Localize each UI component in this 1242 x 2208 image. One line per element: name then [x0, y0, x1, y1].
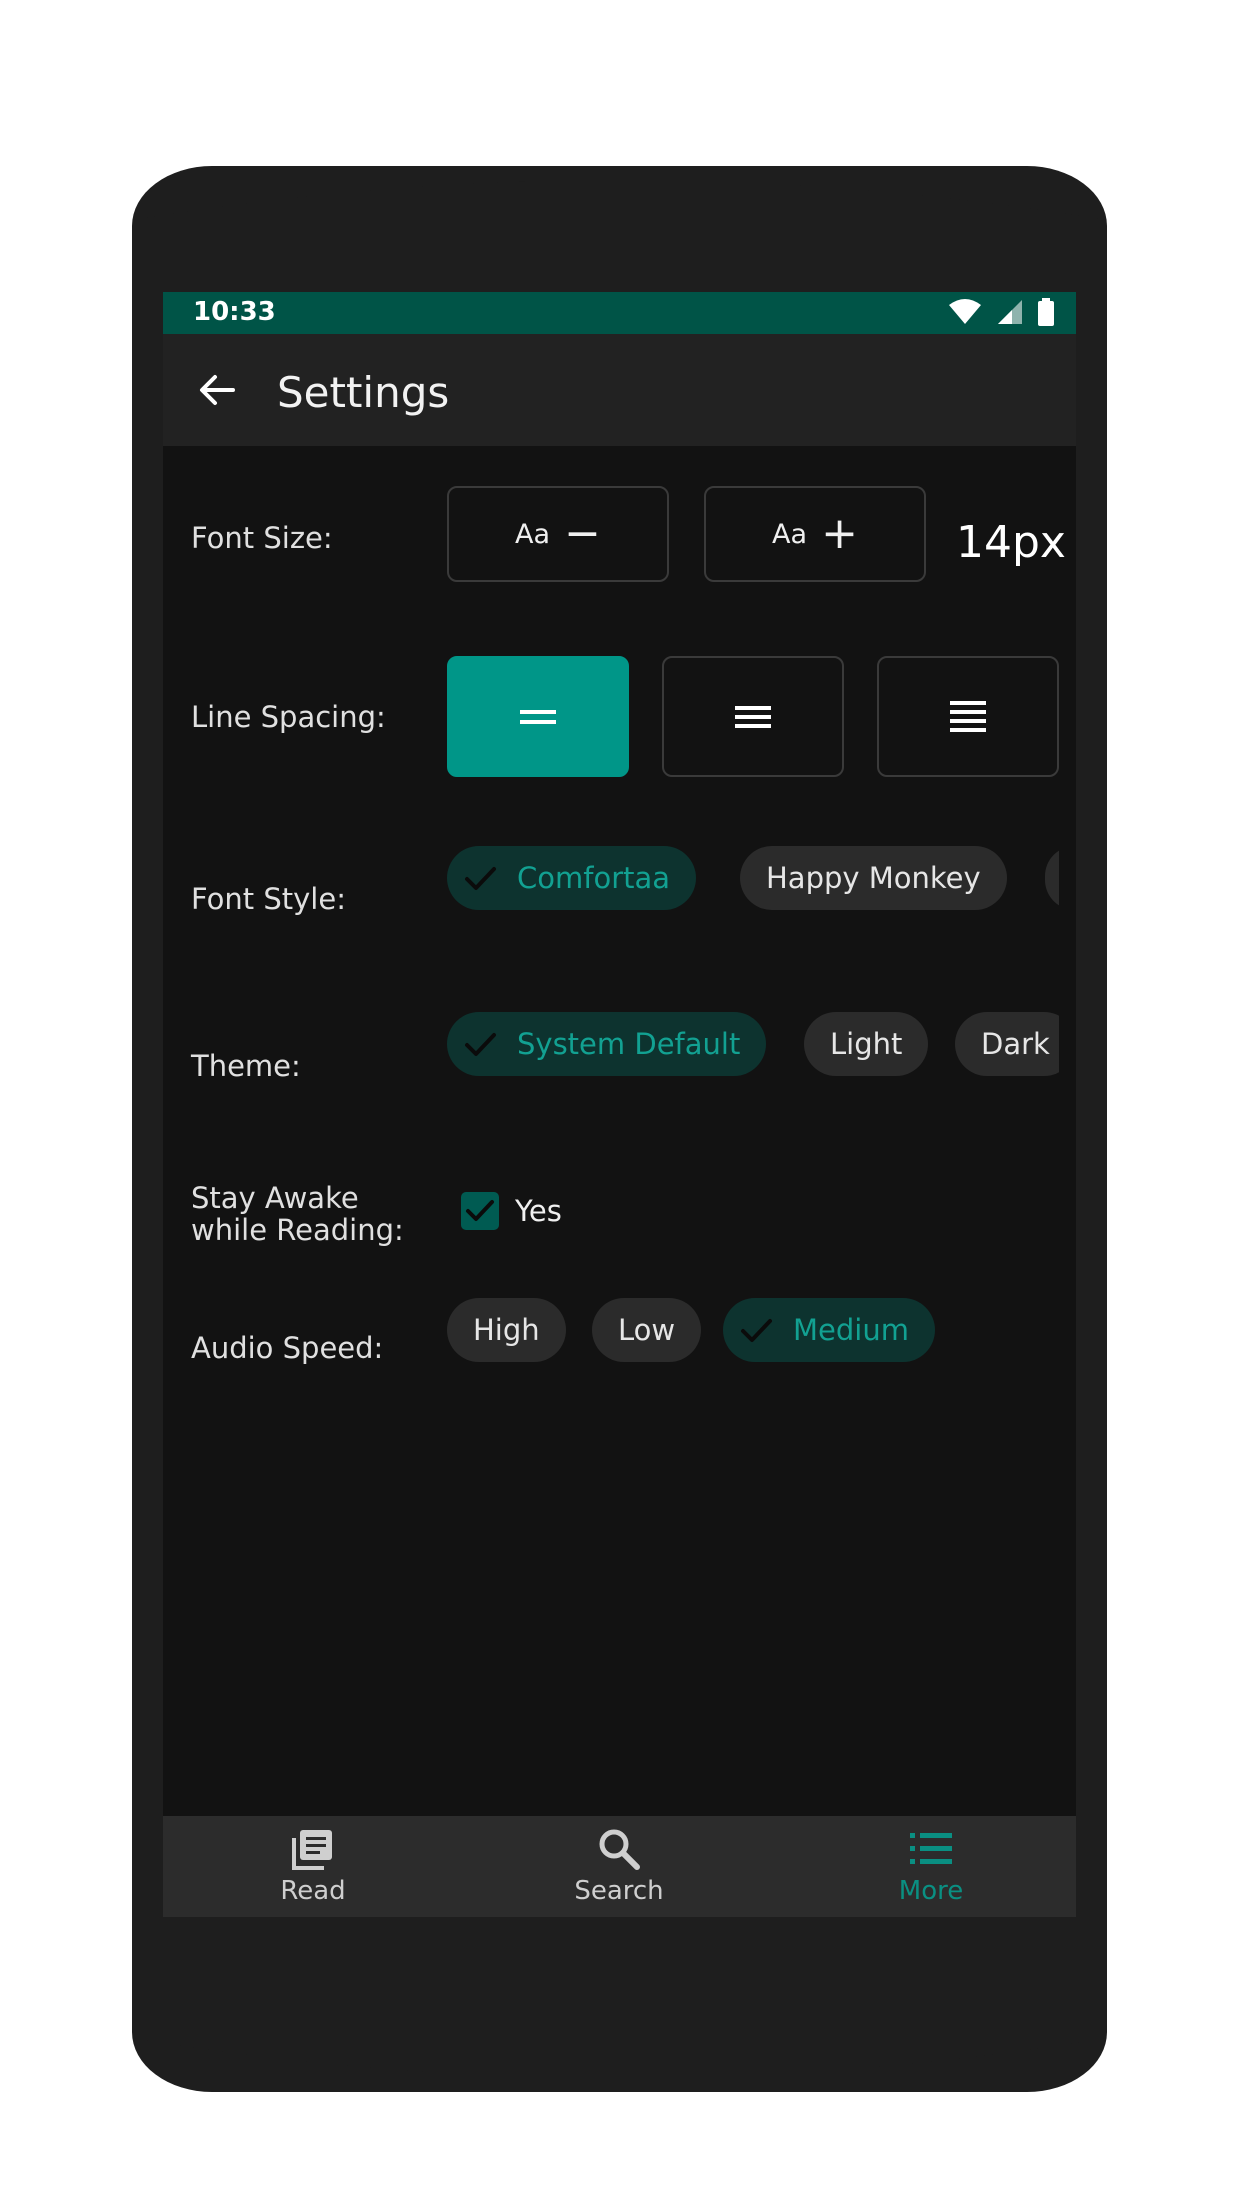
line-spacing-label: Line Spacing:: [191, 700, 386, 734]
wifi-icon: [949, 299, 981, 324]
font-style-chip-row: Comfortaa Happy Monkey: [447, 846, 1059, 916]
font-size-value: 14px: [956, 517, 1066, 568]
font-size-decrease-button[interactable]: Aa −: [447, 486, 669, 582]
font-size-label: Font Size:: [191, 521, 333, 555]
theme-chip-system-default[interactable]: System Default: [447, 1012, 767, 1076]
nav-item-read[interactable]: Read: [203, 1826, 423, 1906]
decrease-button-text: Aa: [515, 518, 551, 550]
plus-icon: +: [821, 508, 858, 559]
settings-list: Font Size: Aa − Aa + 14px Line Spacing:: [163, 446, 1076, 1816]
library-icon: [292, 1830, 332, 1870]
audio-speed-chip-medium[interactable]: Medium: [723, 1298, 935, 1362]
font-size-increase-button[interactable]: Aa +: [704, 486, 926, 582]
battery-icon: [1038, 298, 1054, 326]
phone-bottom-edge: [132, 2038, 1107, 2078]
line-spacing-wide-button[interactable]: [877, 656, 1059, 777]
chip-label: High: [473, 1313, 540, 1347]
check-icon: [465, 867, 496, 890]
line-spacing-compact-icon: [520, 709, 556, 724]
chip-label: Low: [618, 1313, 676, 1347]
theme-chip-row: System Default Light Dark: [447, 1012, 1059, 1082]
stay-awake-yes-label: Yes: [515, 1194, 562, 1228]
nav-label-more: More: [898, 1876, 964, 1906]
chip-label: System Default: [517, 1027, 741, 1061]
line-spacing-normal-button[interactable]: [662, 656, 844, 777]
app-bar: Settings: [163, 334, 1076, 446]
nav-label-search: Search: [574, 1876, 664, 1906]
bottom-navigation: Read Search More: [163, 1816, 1076, 1917]
audio-speed-chip-row: High Low Medium: [447, 1298, 1059, 1368]
search-icon: [599, 1829, 640, 1870]
chip-label: Dark: [981, 1027, 1050, 1061]
phone-top-edge: [132, 180, 1107, 220]
line-spacing-wide-icon: [950, 700, 986, 732]
list-icon: [910, 1833, 952, 1864]
signal-icon: [998, 300, 1022, 324]
chip-label: Happy Monkey: [766, 861, 981, 895]
font-style-chip-happy-monkey[interactable]: Happy Monkey: [740, 846, 1007, 910]
font-style-chip-partial[interactable]: [1045, 846, 1059, 910]
line-spacing-normal-icon: [735, 705, 771, 728]
check-icon: [466, 1200, 494, 1221]
status-bar: 10:33: [163, 292, 1076, 334]
stay-awake-row: Yes: [163, 1192, 1076, 1232]
back-arrow-icon[interactable]: [197, 370, 237, 410]
nav-label-read: Read: [280, 1876, 346, 1906]
chip-label: Comfortaa: [517, 861, 671, 895]
audio-speed-chip-high[interactable]: High: [447, 1298, 566, 1362]
line-spacing-compact-button[interactable]: [447, 656, 629, 777]
status-icons: [948, 298, 1054, 326]
font-style-label: Font Style:: [191, 882, 346, 916]
chip-label: Light: [830, 1027, 903, 1061]
font-style-chip-comfortaa[interactable]: Comfortaa: [447, 846, 697, 910]
nav-item-more[interactable]: More: [821, 1826, 1041, 1906]
theme-label: Theme:: [191, 1049, 301, 1083]
device-screen: 10:33 Settings Font Size: Aa − Aa + 14px…: [163, 292, 1076, 1917]
nav-item-search[interactable]: Search: [509, 1826, 729, 1906]
check-icon: [465, 1033, 496, 1056]
minus-icon: −: [564, 508, 601, 559]
audio-speed-label: Audio Speed:: [191, 1331, 384, 1365]
theme-chip-light[interactable]: Light: [804, 1012, 929, 1076]
audio-speed-chip-low[interactable]: Low: [592, 1298, 702, 1362]
status-time: 10:33: [193, 297, 276, 327]
stay-awake-checkbox[interactable]: [461, 1192, 499, 1230]
increase-button-text: Aa: [772, 518, 808, 550]
page-title: Settings: [277, 368, 450, 417]
theme-chip-dark[interactable]: Dark: [955, 1012, 1059, 1076]
check-icon: [741, 1319, 772, 1342]
chip-label: Medium: [793, 1313, 909, 1347]
